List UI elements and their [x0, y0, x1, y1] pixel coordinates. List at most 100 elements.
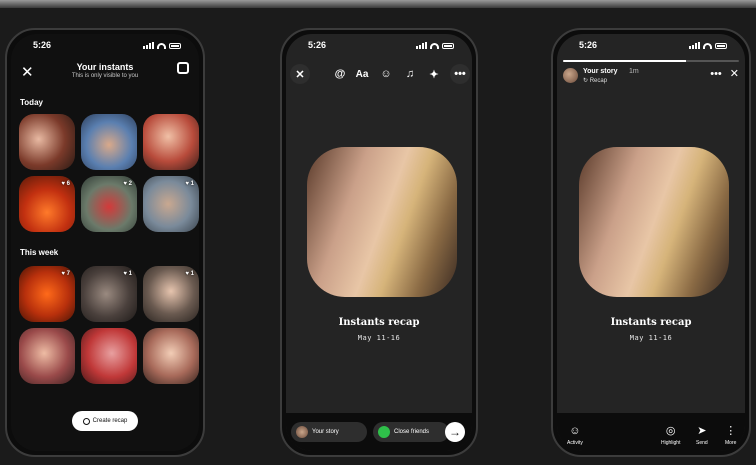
- tile-badge: ♥ 7: [61, 271, 70, 277]
- wifi-icon: [157, 42, 166, 49]
- instants-header: ✕ Your instants This is only visible to …: [11, 60, 199, 86]
- phone-story: 5:26 Your story 1m ↻ Recap ••• ✕ Instant…: [551, 28, 751, 457]
- recap-photo: [579, 147, 729, 297]
- tile-badge: ♥ 1: [123, 271, 132, 277]
- recap-title: Instants recap: [610, 317, 692, 328]
- story-subtitle-text: Recap: [589, 78, 608, 84]
- recap-icon: [82, 417, 90, 425]
- more-label: More: [725, 440, 737, 446]
- highlight-button[interactable]: ◎ Highlight: [661, 424, 680, 446]
- recap-title: Instants recap: [338, 317, 420, 328]
- signal-icon: [689, 42, 700, 49]
- instant-tile[interactable]: ♥ 1: [143, 176, 199, 232]
- status-time: 5:26: [308, 40, 327, 50]
- send-arrow-icon[interactable]: →: [445, 422, 465, 442]
- status-icons: [416, 42, 454, 49]
- story-time: 1m: [629, 68, 639, 75]
- instant-tile[interactable]: ♥ 2: [81, 176, 137, 232]
- send-button[interactable]: ➤ Send: [696, 424, 708, 446]
- avatar[interactable]: [563, 68, 578, 83]
- status-bar: 5:26: [286, 40, 472, 54]
- signal-icon: [416, 42, 427, 49]
- story-user-name[interactable]: Your story: [583, 68, 618, 75]
- recap-date: May 11-16: [357, 334, 401, 342]
- instant-tile[interactable]: [19, 328, 75, 384]
- phone-editor: 5:26 ✕ @ Aa ☺ ♫ ✦ ••• Instants recap May…: [280, 28, 478, 457]
- today-grid: ♥ 6 ♥ 2 ♥ 1: [19, 114, 199, 232]
- more-icon: ⋮: [725, 425, 737, 437]
- instant-tile[interactable]: [81, 114, 137, 170]
- status-time: 5:26: [579, 40, 598, 50]
- recap-photo: [307, 147, 457, 297]
- status-bar: 5:26: [557, 40, 745, 54]
- instant-tile[interactable]: ♥ 6: [19, 176, 75, 232]
- instant-tile[interactable]: [143, 328, 199, 384]
- status-time: 5:26: [33, 40, 52, 50]
- tile-badge: ♥ 1: [185, 181, 194, 187]
- people-icon: ☺: [569, 425, 581, 437]
- mention-tool[interactable]: @: [330, 64, 350, 84]
- create-recap-label: Create recap: [92, 418, 128, 424]
- instant-tile[interactable]: ♥ 7: [19, 266, 75, 322]
- battery-icon: [442, 42, 454, 49]
- week-grid: ♥ 7 ♥ 1 ♥ 1: [19, 266, 199, 384]
- more-button[interactable]: ⋮ More: [725, 424, 736, 446]
- page-subtitle: This is only visible to you: [71, 73, 139, 79]
- tile-badge: ♥ 6: [61, 181, 70, 187]
- story-screen: 5:26 Your story 1m ↻ Recap ••• ✕ Instant…: [557, 34, 745, 451]
- status-icons: [143, 42, 181, 49]
- close-friends-label: Close friends: [394, 429, 430, 435]
- story-header-icons: ••• ✕: [710, 67, 739, 81]
- instant-tile[interactable]: [19, 114, 75, 170]
- highlight-label: Highlight: [661, 440, 681, 446]
- close-friends-icon: [378, 426, 390, 438]
- phone-instants: 5:26 ✕ Your instants This is only visibl…: [5, 28, 205, 457]
- more-icon[interactable]: •••: [710, 68, 722, 80]
- instant-tile[interactable]: ♥ 1: [143, 266, 199, 322]
- close-icon[interactable]: ✕: [730, 67, 739, 80]
- sticker-icon[interactable]: ☺: [376, 64, 396, 84]
- top-band: [0, 0, 756, 8]
- music-icon[interactable]: ♫: [400, 64, 420, 84]
- progress-fill: [563, 60, 687, 62]
- battery-icon: [715, 42, 727, 49]
- share-bar: Your story Close friends →: [286, 413, 472, 451]
- your-story-button[interactable]: Your story: [291, 422, 367, 442]
- highlight-icon: ◎: [665, 425, 676, 437]
- instant-tile[interactable]: [81, 328, 137, 384]
- page-title: Your instants: [76, 62, 134, 72]
- close-friends-button[interactable]: Close friends: [373, 422, 449, 442]
- status-icons: [689, 42, 727, 49]
- story-progress: [563, 60, 739, 62]
- tile-badge: ♥ 2: [123, 181, 132, 187]
- more-icon[interactable]: •••: [450, 64, 470, 84]
- story-action-bar: ☺ Activity ◎ Highlight ➤ Send ⋮ More: [557, 413, 745, 451]
- instants-screen: 5:26 ✕ Your instants This is only visibl…: [11, 34, 199, 451]
- instant-tile[interactable]: ♥ 1: [81, 266, 137, 322]
- recap-date: May 11-16: [629, 334, 673, 342]
- wifi-icon: [430, 42, 439, 49]
- section-today: Today: [20, 98, 43, 107]
- editor-screen: 5:26 ✕ @ Aa ☺ ♫ ✦ ••• Instants recap May…: [286, 34, 472, 451]
- activity-label: Activity: [567, 440, 583, 446]
- text-tool[interactable]: Aa: [352, 64, 372, 84]
- battery-icon: [169, 42, 181, 49]
- instant-tile[interactable]: [143, 114, 199, 170]
- status-bar: 5:26: [11, 40, 199, 54]
- create-recap-button[interactable]: Create recap: [72, 411, 138, 431]
- story-subtitle: ↻ Recap: [583, 78, 608, 84]
- story-header: Your story 1m ↻ Recap ••• ✕: [563, 65, 739, 87]
- avatar: [296, 426, 308, 438]
- signal-icon: [143, 42, 154, 49]
- activity-button[interactable]: ☺ Activity: [567, 425, 583, 446]
- your-story-label: Your story: [312, 429, 339, 435]
- effects-icon[interactable]: ✦: [424, 64, 444, 84]
- wifi-icon: [703, 42, 712, 49]
- send-icon: ➤: [697, 425, 707, 437]
- editor-toolbar: ✕ @ Aa ☺ ♫ ✦ •••: [286, 64, 472, 88]
- send-label: Send: [696, 440, 708, 446]
- tile-badge: ♥ 1: [185, 271, 194, 277]
- section-this-week: This week: [20, 248, 59, 257]
- stack-icon[interactable]: [177, 62, 189, 74]
- close-icon[interactable]: ✕: [290, 64, 310, 84]
